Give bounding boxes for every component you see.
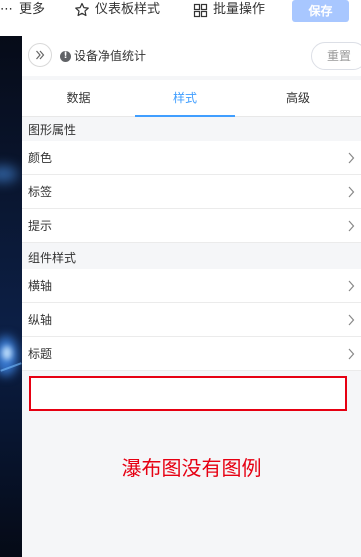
chevron-right-icon [348, 280, 355, 292]
annotation-text: 瀑布图没有图例 [121, 456, 262, 480]
more-label: 更多 [19, 2, 46, 17]
row-label: 标题 [28, 347, 53, 361]
tab-advanced[interactable]: 高级 [235, 80, 361, 116]
row-color[interactable]: 颜色 [22, 141, 361, 175]
component-title: 设备净值统计 [74, 49, 147, 63]
canvas-glow [2, 346, 12, 360]
row-y-axis[interactable]: 纵轴 [22, 303, 361, 337]
batch-operation-label: 批量操作 [213, 2, 266, 17]
row-label: 纵轴 [28, 313, 53, 327]
dashboard-canvas-edge [0, 36, 22, 557]
collapse-panel-button[interactable] [28, 43, 52, 67]
row-x-axis[interactable]: 横轴 [22, 269, 361, 303]
row-title[interactable]: 标题 [22, 337, 361, 371]
batch-operation-button[interactable]: 批量操作 [193, 0, 265, 20]
section-title-graphic-properties: 图形属性 [28, 123, 77, 137]
panel-tabs: 数据 样式 高级 [22, 80, 361, 117]
row-label: 颜色 [28, 151, 53, 165]
tab-style[interactable]: 样式 [135, 80, 235, 117]
double-chevron-right-icon [36, 50, 45, 60]
star-outline-icon [75, 2, 89, 17]
chevron-right-icon [348, 314, 355, 326]
row-label-setting[interactable]: 标签 [22, 175, 361, 209]
component-property-panel: ! 设备净值统计 重置 数据 样式 高级 图形属性 颜色 标签 提示 组件样式 … [22, 36, 361, 557]
row-label: 标签 [28, 185, 53, 199]
chevron-right-icon [348, 220, 355, 232]
section-title-component-style: 组件样式 [28, 251, 77, 265]
panel-header: ! 设备净值统计 重置 [22, 36, 361, 76]
chevron-right-icon [348, 152, 355, 164]
dashboard-style-label: 仪表板样式 [95, 2, 161, 17]
canvas-glow [0, 166, 18, 182]
missing-legend-highlight-box [29, 376, 347, 411]
more-menu[interactable]: ⋯ 更多 [0, 0, 45, 20]
chevron-right-icon [348, 348, 355, 360]
grid-icon [193, 3, 208, 17]
row-label: 横轴 [28, 279, 53, 293]
top-toolbar: ⋯ 更多 仪表板样式 批量操作 保存 [0, 0, 361, 37]
row-tooltip[interactable]: 提示 [22, 209, 361, 243]
row-label: 提示 [28, 219, 53, 233]
save-button[interactable]: 保存 [292, 0, 349, 22]
more-dots-icon: ⋯ [0, 2, 13, 17]
tab-data[interactable]: 数据 [22, 80, 135, 116]
info-icon: ! [60, 51, 71, 62]
reset-button[interactable]: 重置 [311, 42, 361, 70]
chevron-right-icon [348, 186, 355, 198]
dashboard-style-button[interactable]: 仪表板样式 [74, 0, 160, 20]
